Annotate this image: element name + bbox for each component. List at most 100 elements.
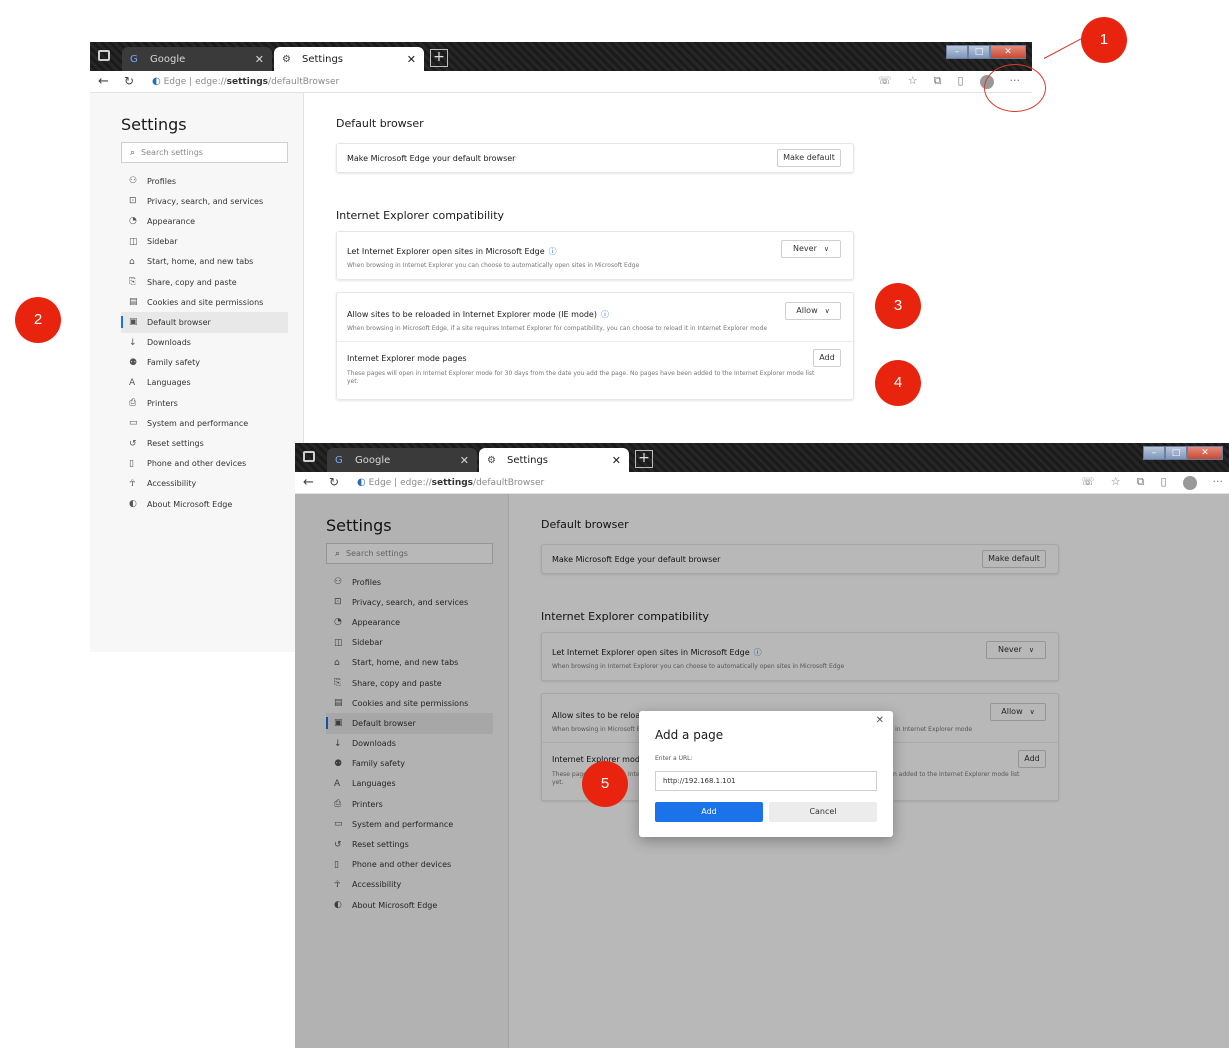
new-tab-button[interactable]: + [635,450,653,468]
settings-sidebar: Settings ⌕ Search settings ⚇ Profiles ⊡ Pri… [90,93,304,652]
sidebar-item-languages[interactable]: A Languages [90,373,304,393]
read-aloud-icon[interactable]: ☏ [1081,475,1095,490]
maximize-button[interactable]: □ [968,45,990,59]
favorites-icon[interactable]: ☆ [1111,475,1121,490]
sidebar-item-accessibility[interactable]: ☥ Accessibility [90,474,304,494]
sidebar-item-label: About Microsoft Edge [147,499,233,509]
dialog-cancel-button[interactable]: Cancel [769,802,877,822]
profile-avatar-icon[interactable] [1182,476,1197,490]
reload-icon[interactable]: ↻ [329,475,339,489]
back-arrow-icon[interactable]: ← [303,475,314,490]
maximize-button[interactable]: □ [1165,446,1187,460]
url-suffix: /defaultBrowser [268,77,340,87]
help-icon[interactable]: ⓘ [549,247,557,256]
tab-close-icon[interactable]: ✕ [460,454,469,467]
ie-mode-card: Allow sites to be reloaded in Internet E… [336,292,854,400]
window-menu-icon[interactable] [303,451,315,462]
default-browser-card: Make Microsoft Edge your default browser… [336,143,854,173]
default-browser-row-title: Make Microsoft Edge your default browser [347,154,516,163]
sidebar-item-printers[interactable]: ⎙ Printers [90,393,304,413]
sidebar-item-phone[interactable]: ▯ Phone and other devices [90,454,304,474]
tab-label: Google [150,53,186,65]
sidebar-item-label: Default browser [147,317,211,327]
url-bold: settings [431,478,474,488]
tab-google[interactable]: G Google ✕ [327,448,477,472]
tab-settings[interactable]: ⚙ Settings ✕ [479,448,629,472]
let-ie-dropdown[interactable]: Never ∨ [781,240,841,258]
close-icon[interactable]: ✕ [876,715,884,726]
sidebar-item-reset[interactable]: ↺ Reset settings [90,433,304,453]
new-tab-button[interactable]: + [430,49,448,67]
sidebar-item-label: Share, copy and paste [147,277,237,287]
url-suffix: /defaultBrowser [473,478,545,488]
minimize-button[interactable]: – [1143,446,1165,460]
favorites-icon[interactable]: ☆ [908,74,918,89]
sidebar-item-cookies[interactable]: ▤ Cookies and site permissions [90,292,304,312]
sidebar-item-share[interactable]: ⎘ Share, copy and paste [90,272,304,292]
allow-reload-title: Allow sites to be reloaded in Internet E… [347,309,609,320]
split-screen-icon[interactable]: ▯ [957,74,963,89]
tab-close-icon[interactable]: ✕ [612,454,621,467]
collections-icon[interactable]: ⧉ [934,74,942,89]
url-input[interactable]: http://192.168.1.101 [655,771,877,791]
help-icon[interactable]: ⓘ [601,310,609,319]
add-page-dialog: ✕ Add a page Enter a URL: http://192.168… [639,711,893,837]
allow-reload-dropdown[interactable]: Allow ∨ [785,302,841,320]
url-brand: Edge [368,478,392,488]
default-browser-heading: Default browser [336,117,424,130]
let-ie-title-text: Let Internet Explorer open sites in Micr… [347,247,545,256]
sidebar-item-system[interactable]: ▭ System and performance [90,413,304,433]
make-default-button[interactable]: Make default [777,149,841,167]
callout-line [1043,36,1085,59]
printer-icon: ⎙ [129,398,137,409]
url-field[interactable]: ◐ Edge | edge://settings/defaultBrowser [152,76,339,87]
tab-close-icon[interactable]: ✕ [407,53,416,66]
sidebar-item-label: Cookies and site permissions [147,297,264,307]
close-window-button[interactable]: ✕ [1187,446,1223,460]
collections-icon[interactable]: ⧉ [1137,475,1145,490]
edge-logo-icon: ◐ [357,477,366,488]
sidebar-item-label: Appearance [147,216,196,226]
back-arrow-icon[interactable]: ← [98,74,109,89]
allow-reload-value: Allow [796,306,818,315]
chevron-down-icon: ∨ [824,307,830,315]
window-controls: – □ ✕ [1143,446,1223,460]
sidebar-item-default-browser[interactable]: ▣ Default browser [121,312,288,333]
sidebar-item-label: Languages [147,378,191,388]
sidebar-item-appearance[interactable]: ◔ Appearance [90,211,304,231]
home-icon: ⌂ [129,256,135,267]
url-brand: Edge [163,77,187,87]
tab-google[interactable]: G Google ✕ [122,47,272,71]
split-screen-icon[interactable]: ▯ [1160,475,1166,490]
window-menu-icon[interactable] [98,50,110,61]
chevron-down-icon: ∨ [823,245,829,253]
browser-toolbar: ☏ ☆ ⧉ ▯ ··· [1081,475,1223,490]
search-icon: ⌕ [130,148,136,158]
close-window-button[interactable]: ✕ [990,45,1026,59]
reload-icon[interactable]: ↻ [124,74,134,88]
sidebar-item-label: Printers [147,398,178,408]
more-menu-icon[interactable]: ··· [1213,475,1224,490]
sidebar-item-about[interactable]: ◐ About Microsoft Edge [90,494,304,514]
sidebar-item-start-home[interactable]: ⌂ Start, home, and new tabs [90,252,304,272]
let-ie-desc: When browsing in Internet Explorer you c… [347,262,640,269]
tab-close-icon[interactable]: ✕ [255,53,264,66]
minimize-button[interactable]: – [946,45,968,59]
url-field[interactable]: ◐ Edge | edge://settings/defaultBrowser [357,477,544,488]
sidebar-item-downloads[interactable]: ↓ Downloads [90,333,304,353]
add-page-button[interactable]: Add [813,349,841,367]
address-bar: ← ↻ ◐ Edge | edge://settings/defaultBrow… [295,472,1229,494]
dialog-add-button[interactable]: Add [655,802,763,822]
sidebar-item-sidebar[interactable]: ◫ Sidebar [90,232,304,252]
search-settings-input[interactable]: ⌕ Search settings [121,142,288,163]
sidebar-item-family[interactable]: ⚉ Family safety [90,353,304,373]
sidebar-item-profiles[interactable]: ⚇ Profiles [90,171,304,191]
read-aloud-icon[interactable]: ☏ [878,74,892,89]
language-icon: A [129,377,136,388]
tab-settings[interactable]: ⚙ Settings ✕ [274,47,424,71]
sidebar-item-privacy[interactable]: ⊡ Privacy, search, and services [90,191,304,211]
download-icon: ↓ [129,337,137,348]
edge-logo-icon: ◐ [152,76,161,87]
tab-label: Settings [507,454,549,466]
appearance-icon: ◔ [129,216,137,227]
